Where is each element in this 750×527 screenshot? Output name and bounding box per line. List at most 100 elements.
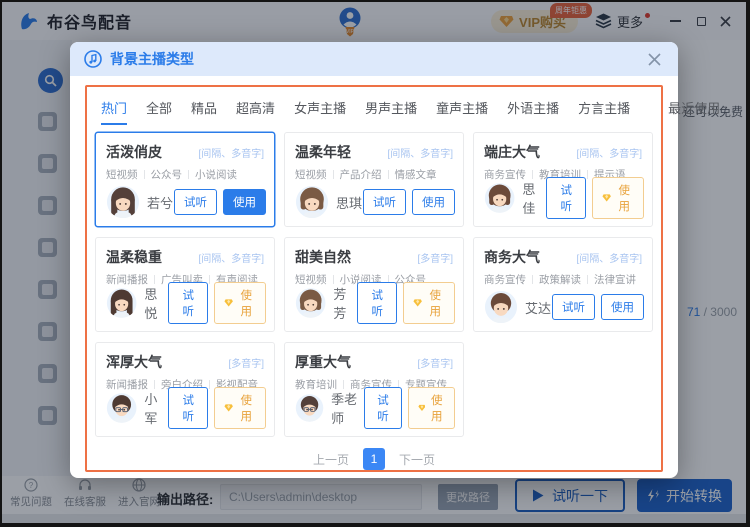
card-head: 浑厚大气[多音字] — [106, 352, 264, 372]
scene-tag: 短视频 — [106, 167, 138, 182]
use-button[interactable]: 使用 — [601, 294, 644, 320]
listen-button[interactable]: 试听 — [357, 282, 397, 324]
use-button[interactable]: 使用 — [214, 387, 266, 429]
card-bottom: 季老师试听使用 — [295, 387, 455, 429]
scene-tag: 产品介绍 — [340, 167, 382, 182]
card-head: 温柔稳重 [间隔、多音字] — [106, 247, 264, 267]
listen-button[interactable]: 试听 — [168, 387, 208, 429]
voice-style-title: 商务大气 — [484, 247, 540, 267]
use-button[interactable]: 使用 — [403, 282, 455, 324]
scene-tag: 小说阅读 — [195, 167, 237, 182]
card-bottom: 小军试听使用 — [106, 387, 266, 429]
vip-gem-icon — [418, 403, 426, 413]
vip-gem-icon — [224, 298, 233, 308]
feature-tag: [间隔、多音字] — [576, 145, 642, 160]
tab-4[interactable]: 女声主播 — [294, 98, 346, 125]
anchor-card[interactable]: 温柔稳重[间隔、多音字]新闻播报广告叫卖有声阅读思悦试听使用 — [95, 237, 275, 332]
tab-2[interactable]: 精品 — [191, 98, 217, 125]
feature-tag: [多音字] — [417, 250, 453, 265]
card-bottom: 芳芳试听使用 — [295, 282, 455, 324]
voice-style-title: 温柔年轻 — [295, 142, 351, 162]
anchor-card[interactable]: 甜美自然[多音字]短视频小说阅读公众号芳芳试听使用 — [284, 237, 464, 332]
tag-separator — [388, 170, 389, 179]
scene-tag: 商务宣传 — [484, 272, 526, 287]
card-buttons: 试听使用 — [364, 387, 455, 429]
anchor-name: 小军 — [144, 389, 168, 427]
voice-style-title: 端庄大气 — [484, 142, 540, 162]
voice-style-title: 活泼俏皮 — [106, 142, 162, 162]
scene-tag: 法律宣讲 — [594, 272, 636, 287]
anchor-avatar — [106, 391, 137, 425]
screen: 布谷鸟配音 VIP VIP购买 周年钜惠 — [0, 0, 750, 527]
anchor-card[interactable]: 厚重大气[多音字]教育培训商务宣传专题宣传季老师试听使用 — [284, 342, 464, 437]
prev-page-button[interactable]: 上一页 — [313, 451, 349, 468]
tag-separator — [532, 275, 533, 284]
anchor-name: 季老师 — [331, 389, 364, 427]
vip-gem-icon — [413, 298, 422, 308]
card-bottom: 艾达试听使用 — [484, 290, 644, 324]
voice-style-title: 温柔稳重 — [106, 247, 162, 267]
card-head: 温柔年轻[间隔、多音字] — [295, 142, 453, 162]
listen-button[interactable]: 试听 — [168, 282, 208, 324]
anchor-name: 芳芳 — [333, 284, 357, 322]
listen-button[interactable]: 试听 — [364, 387, 401, 429]
modal-header: 背景主播类型 — [70, 42, 678, 76]
listen-button[interactable]: 试听 — [174, 189, 217, 215]
tag-separator — [144, 170, 145, 179]
use-button[interactable]: 使用 — [412, 189, 455, 215]
modal-title: 背景主播类型 — [110, 49, 194, 69]
tab-6[interactable]: 童声主播 — [436, 98, 488, 125]
use-button[interactable]: 使用 — [223, 189, 266, 215]
card-head: 甜美自然[多音字] — [295, 247, 453, 267]
anchor-cards-grid: 活泼俏皮[间隔、多音字]短视频公众号小说阅读若兮试听使用温柔年轻[间隔、多音字]… — [95, 132, 653, 437]
anchor-avatar — [484, 290, 518, 324]
card-bottom: 若兮试听使用 — [106, 185, 266, 219]
anchor-name: 艾达 — [525, 298, 551, 317]
anchor-name: 思悦 — [144, 284, 168, 322]
card-buttons: 试听使用 — [357, 282, 455, 324]
scene-tags: 短视频产品介绍情感文章 — [295, 167, 453, 182]
vip-gem-icon — [602, 193, 611, 203]
anchor-card[interactable]: 活泼俏皮 [间隔、多音字] 短视频公众号小说阅读若兮试听使用 — [95, 132, 275, 227]
anchor-avatar — [295, 391, 324, 425]
anchor-card[interactable]: 温柔年轻[间隔、多音字] 短视频产品介绍情感文章思琪试听使用 — [284, 132, 464, 227]
tab-3[interactable]: 超高清 — [236, 98, 275, 125]
listen-button[interactable]: 试听 — [363, 189, 406, 215]
card-buttons: 试听使用 — [363, 189, 455, 215]
feature-tag: [多音字] — [417, 355, 453, 370]
anchor-card[interactable]: 端庄大气[间隔、多音字]商务宣传教育培训提示语思佳试听使用 — [473, 132, 653, 227]
current-page[interactable]: 1 — [363, 448, 385, 470]
anchor-list-panel: 热门全部精品超高清女声主播男声主播童声主播外语主播方言主播最近使用 活泼俏皮[间… — [85, 85, 663, 472]
tab-5[interactable]: 男声主播 — [365, 98, 417, 125]
feature-tag: [间隔、多音字] — [198, 145, 264, 160]
next-page-button[interactable]: 下一页 — [399, 451, 435, 468]
tab-1[interactable]: 全部 — [146, 98, 172, 125]
listen-button[interactable]: 试听 — [546, 177, 586, 219]
card-buttons: 试听使用 — [168, 282, 266, 324]
modal-close-button[interactable] — [644, 49, 664, 69]
card-bottom: 思悦试听使用 — [106, 282, 266, 324]
tab-8[interactable]: 方言主播 — [578, 98, 630, 125]
use-button[interactable]: 使用 — [214, 282, 266, 324]
modal-close-icon — [648, 53, 661, 66]
anchor-avatar — [295, 185, 329, 219]
card-buttons: 试听使用 — [546, 177, 644, 219]
anchor-card[interactable]: 浑厚大气[多音字]新闻播报旁白介绍影视配音小军试听使用 — [95, 342, 275, 437]
scene-tags: 商务宣传政策解读法律宣讲 — [484, 272, 642, 287]
anchor-avatar — [106, 185, 140, 219]
music-note-icon — [84, 50, 102, 68]
use-button[interactable]: 使用 — [408, 387, 456, 429]
use-button[interactable]: 使用 — [592, 177, 644, 219]
listen-button[interactable]: 试听 — [552, 294, 595, 320]
feature-tag: [间隔、多音字] — [198, 250, 264, 265]
scene-tag: 公众号 — [151, 167, 183, 182]
tag-separator — [587, 275, 588, 284]
tab-7[interactable]: 外语主播 — [507, 98, 559, 125]
anchor-name: 思琪 — [336, 193, 362, 212]
anchor-avatar — [295, 286, 326, 320]
tab-9[interactable]: 最近使用 — [668, 98, 720, 125]
tab-0[interactable]: 热门 — [101, 98, 127, 125]
card-head: 活泼俏皮 [间隔、多音字] — [106, 142, 264, 162]
anchor-card[interactable]: 商务大气[间隔、多音字]商务宣传政策解读法律宣讲艾达试听使用 — [473, 237, 653, 332]
anchor-name: 若兮 — [147, 193, 173, 212]
